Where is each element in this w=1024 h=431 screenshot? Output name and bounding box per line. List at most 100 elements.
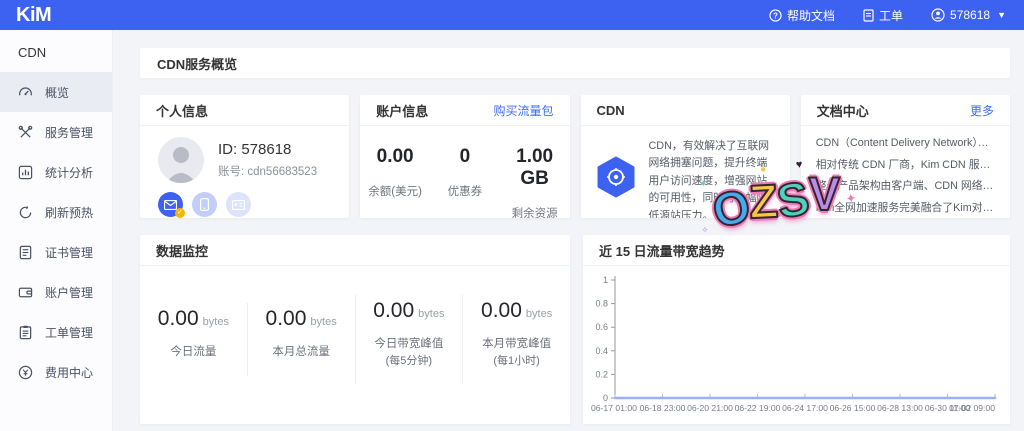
fee-icon	[18, 365, 33, 380]
svg-text:0.4: 0.4	[595, 346, 608, 356]
brand-logo[interactable]: KiM	[16, 0, 51, 30]
doc-link[interactable]: CDN（Content Delivery Network），也即内容分发...	[816, 133, 995, 155]
monitor-stat: 0.00bytes 本月带宽峰值(每1小时)	[462, 295, 570, 385]
svg-text:06-17 01:00: 06-17 01:00	[591, 403, 637, 413]
work-order-link[interactable]: 工单	[863, 7, 903, 24]
monitor-stat-label: 今日带宽峰值(每5分钟)	[356, 336, 463, 371]
personal-info-card-header: 个人信息	[140, 95, 349, 126]
svg-text:06-24 17:00: 06-24 17:00	[782, 403, 828, 413]
data-monitor-title: 数据监控	[156, 241, 208, 260]
cdn-description: CDN，有效解决了互联网网络拥塞问题，提升终端用户访问速度，增强网站的可用性，同…	[649, 138, 778, 218]
user-account-value: 账号: cdn56683523	[218, 163, 317, 179]
help-icon: ?	[769, 9, 782, 22]
ticket-icon	[863, 9, 874, 22]
svg-text:06-22 19:00: 06-22 19:00	[735, 403, 781, 413]
monitor-stat-value: 0.00bytes	[463, 299, 570, 323]
verification-badges: ✓	[158, 192, 333, 217]
help-docs-link[interactable]: ? 帮助文档	[769, 7, 835, 24]
user-menu[interactable]: 578618 ▼	[931, 8, 1006, 22]
sidebar: CDN 概览服务管理统计分析刷新预热证书管理账户管理工单管理费用中心	[0, 30, 113, 431]
sidebar-item-label: 账户管理	[45, 284, 93, 301]
doc-link[interactable]: Kim全网加速服务完美融合了Kim对象存储和 CDN ...	[816, 198, 995, 219]
monitor-stats: 0.00bytes 今日流量0.00bytes 本月总流量0.00bytes 今…	[140, 266, 570, 423]
docs-more-link[interactable]: 更多	[970, 102, 994, 119]
account-stat-value: 1.00 GB	[500, 146, 570, 190]
top-nav: ? 帮助文档 工单 578618 ▼	[769, 7, 1006, 24]
wallet-icon	[18, 285, 33, 300]
monitor-stat-value: 0.00bytes	[356, 299, 463, 323]
trend-chart-title: 近 15 日流量带宽趋势	[599, 241, 725, 260]
doc-link[interactable]: 整个产品架构由客户端、CDN 网络、企业源站、...	[816, 176, 995, 198]
sidebar-item-label: 刷新预热	[45, 204, 93, 221]
mail-badge-icon[interactable]: ✓	[158, 192, 183, 217]
svg-text:0.2: 0.2	[595, 369, 608, 379]
sidebar-item-label: 概览	[45, 84, 69, 101]
app-window: KiM ? 帮助文档 工单 578618 ▼ CDN 概览服务管理统计分析刷新预…	[0, 0, 1024, 431]
cdn-card-header: CDN	[581, 95, 790, 126]
account-info-title: 账户信息	[376, 101, 428, 120]
sidebar-item-label: 服务管理	[45, 124, 93, 141]
gauge-icon	[18, 85, 33, 100]
avatar	[158, 137, 204, 183]
monitor-stat-label: 本月总流量	[248, 344, 355, 361]
account-info-card-header: 账户信息 购买流量包	[360, 95, 569, 126]
doc-link[interactable]: 相对传统 CDN 厂商，Kim CDN 服务完全实现全自...	[816, 155, 995, 177]
buy-traffic-pack-link[interactable]: 购买流量包	[493, 102, 553, 119]
monitor-stat-label: 今日流量	[140, 344, 247, 361]
overview-card-row: 个人信息 ID: 578618 账号: cdn56683523	[140, 95, 1010, 218]
order-icon	[18, 325, 33, 340]
svg-text:06-26 15:00: 06-26 15:00	[830, 403, 876, 413]
main-content: CDN服务概览 个人信息 ID: 578618 账号: cdn56683523	[113, 30, 1024, 431]
cdn-card-title: CDN	[597, 103, 625, 118]
cdn-card-body: CDN，有效解决了互联网网络拥塞问题，提升终端用户访问速度，增强网站的可用性，同…	[581, 126, 790, 218]
monitor-stat: 0.00bytes 今日带宽峰值(每5分钟)	[355, 295, 463, 385]
sidebar-item-label: 统计分析	[45, 164, 93, 181]
cdn-product-card: CDN CDN，有效解决了互联网网络拥塞问题，提升终端用户访问速度，增强网站的可…	[581, 95, 790, 218]
svg-text:06-20 21:00: 06-20 21:00	[687, 403, 733, 413]
svg-text:0.8: 0.8	[595, 299, 608, 309]
sidebar-item-账户管理[interactable]: 账户管理	[0, 272, 112, 312]
work-order-label: 工单	[879, 7, 903, 24]
sidebar-product-title: CDN	[0, 30, 112, 72]
monitor-stat-value: 0.00bytes	[248, 307, 355, 331]
tools-icon	[18, 125, 33, 140]
data-monitor-card: 数据监控 0.00bytes 今日流量0.00bytes 本月总流量0.00by…	[140, 235, 570, 424]
sidebar-item-工单管理[interactable]: 工单管理	[0, 312, 112, 352]
sidebar-menu: 概览服务管理统计分析刷新预热证书管理账户管理工单管理费用中心	[0, 72, 112, 392]
docs-center-card: 文档中心 更多 CDN（Content Delivery Network），也即…	[801, 95, 1010, 218]
idcard-badge-icon[interactable]	[226, 192, 251, 217]
data-monitor-header: 数据监控	[140, 235, 570, 266]
phone-badge-icon[interactable]	[192, 192, 217, 217]
trend-chart-card: 近 15 日流量带宽趋势 00.20.40.60.8106-17 01:0006…	[583, 235, 1010, 424]
svg-text:?: ?	[773, 11, 778, 20]
refresh-icon	[18, 205, 33, 220]
user-icon	[931, 8, 945, 22]
trend-chart: 00.20.40.60.8106-17 01:0006-18 23:0006-2…	[583, 266, 1010, 424]
sidebar-item-费用中心[interactable]: 费用中心	[0, 352, 112, 392]
account-stat-value: 0	[430, 146, 500, 168]
monitor-stat-value: 0.00bytes	[140, 307, 247, 331]
sidebar-item-服务管理[interactable]: 服务管理	[0, 112, 112, 152]
svg-text:0: 0	[603, 393, 608, 403]
docs-card-title: 文档中心	[817, 101, 869, 120]
docs-card-header: 文档中心 更多	[801, 95, 1010, 126]
top-header: KiM ? 帮助文档 工单 578618 ▼	[0, 0, 1024, 30]
user-id-value: ID: 578618	[218, 141, 317, 158]
account-stat-label: 优惠券	[430, 183, 500, 199]
personal-info-body: ID: 578618 账号: cdn56683523 ✓	[140, 126, 349, 217]
verified-check-icon: ✓	[175, 208, 185, 218]
chart-icon	[18, 165, 33, 180]
account-stat-label: 剩余资源	[500, 205, 570, 218]
sidebar-item-刷新预热[interactable]: 刷新预热	[0, 192, 112, 232]
sidebar-item-概览[interactable]: 概览	[0, 72, 112, 112]
svg-text:1: 1	[603, 275, 608, 285]
sidebar-item-统计分析[interactable]: 统计分析	[0, 152, 112, 192]
sidebar-item-证书管理[interactable]: 证书管理	[0, 232, 112, 272]
sidebar-item-label: 费用中心	[45, 364, 93, 381]
svg-text:06-28 13:00: 06-28 13:00	[877, 403, 923, 413]
sidebar-item-label: 工单管理	[45, 324, 93, 341]
account-stat-label: 余额(美元)	[360, 183, 430, 199]
page-title: CDN服务概览	[140, 48, 1010, 78]
chevron-down-icon: ▼	[997, 10, 1006, 20]
personal-info-title: 个人信息	[156, 101, 208, 120]
